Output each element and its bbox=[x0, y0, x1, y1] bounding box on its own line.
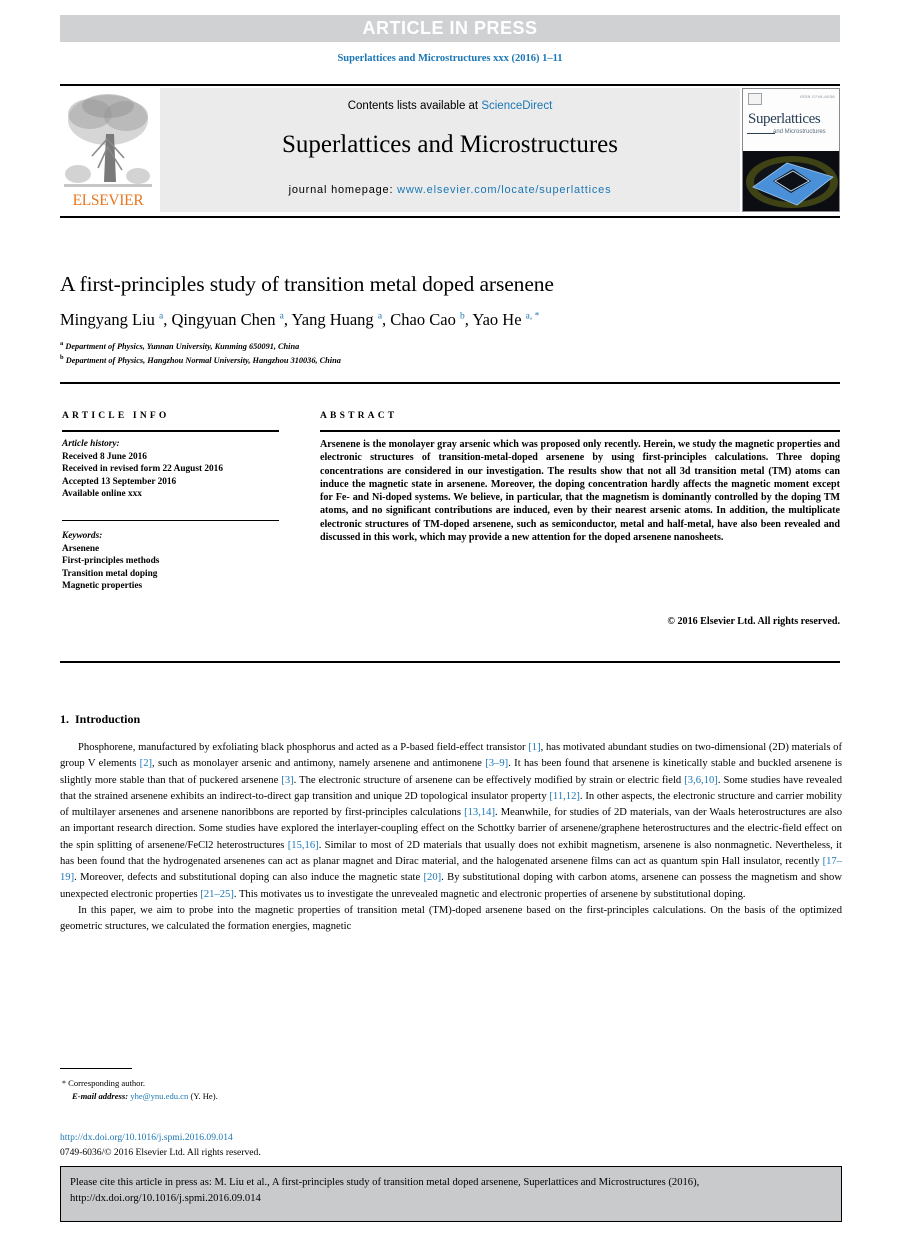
paragraph: In this paper, we aim to probe into the … bbox=[60, 904, 842, 933]
affiliation-list: a Department of Physics, Yunnan Universi… bbox=[60, 338, 850, 367]
paper-page: ARTICLE IN PRESS Superlattices and Micro… bbox=[0, 0, 907, 1238]
page-title: A first-principles study of transition m… bbox=[60, 272, 554, 296]
citation-request-text: Please cite this article in press as: M.… bbox=[70, 1177, 700, 1204]
citation-ref[interactable]: [21–25] bbox=[200, 889, 234, 900]
citation-ref[interactable]: [13,14] bbox=[464, 807, 495, 818]
article-history-block: Article history: Received 8 June 2016 Re… bbox=[62, 438, 292, 501]
citation-ref[interactable]: [1] bbox=[528, 742, 540, 753]
citation-ref[interactable]: [3–9] bbox=[485, 758, 508, 769]
author-4-affil-mark: a, * bbox=[525, 311, 540, 322]
affiliation-a-mark: a bbox=[60, 340, 64, 347]
elsevier-logo: ELSEVIER bbox=[60, 88, 156, 212]
info-block-top-rule bbox=[60, 382, 840, 384]
email-note: E-mail address: yhe@ynu.edu.cn (Y. He). bbox=[62, 1090, 562, 1102]
info-block-bottom-rule bbox=[60, 661, 840, 663]
history-item: Received 8 June 2016 bbox=[62, 451, 147, 462]
footnote-rule bbox=[60, 1068, 132, 1069]
doi-link[interactable]: http://dx.doi.org/10.1016/j.spmi.2016.09… bbox=[60, 1132, 233, 1143]
footnote-block: * Corresponding author. E-mail address: … bbox=[62, 1077, 562, 1102]
masthead-bottom-rule bbox=[60, 216, 840, 218]
corresponding-author-note: * Corresponding author. bbox=[62, 1077, 562, 1090]
citation-ref[interactable]: [11,12] bbox=[549, 791, 580, 802]
cover-publisher-badge-icon bbox=[748, 93, 762, 105]
article-info-underrule bbox=[62, 430, 279, 432]
paragraph: Phosphorene, manufactured by exfoliating… bbox=[60, 742, 843, 900]
email-label: E-mail address: bbox=[72, 1091, 129, 1101]
journal-reference-line: Superlattices and Microstructures xxx (2… bbox=[337, 53, 563, 64]
sciencedirect-link[interactable]: ScienceDirect bbox=[481, 100, 552, 112]
journal-homepage-line: journal homepage: www.elsevier.com/locat… bbox=[160, 184, 740, 196]
author-3: Chao Cao b bbox=[390, 310, 465, 329]
cover-title: Superlattices bbox=[748, 111, 821, 127]
author-1: Qingyuan Chen a bbox=[171, 310, 284, 329]
journal-info-box: Contents lists available at ScienceDirec… bbox=[160, 88, 740, 212]
cover-meta-text: ISSN 0749-6036 bbox=[799, 94, 835, 99]
cover-divider bbox=[747, 133, 775, 134]
article-in-press-banner: ARTICLE IN PRESS bbox=[60, 15, 840, 42]
elsevier-wordmark: ELSEVIER bbox=[72, 192, 144, 209]
author-list: Mingyang Liu a, Qingyuan Chen a, Yang Hu… bbox=[60, 310, 850, 330]
abstract-underrule bbox=[320, 430, 840, 432]
article-in-press-label: ARTICLE IN PRESS bbox=[362, 18, 538, 38]
author-2: Yang Huang a bbox=[291, 310, 383, 329]
affiliation-a: a Department of Physics, Yunnan Universi… bbox=[60, 340, 300, 351]
elsevier-tree-icon bbox=[64, 94, 152, 187]
section-title: Introduction bbox=[75, 712, 141, 726]
history-item: Received in revised form 22 August 2016 bbox=[62, 464, 223, 475]
affiliation-b: b Department of Physics, Hangzhou Normal… bbox=[60, 354, 341, 366]
citation-ref[interactable]: [20] bbox=[424, 872, 442, 883]
issn-copyright-line: 0749-6036/© 2016 Elsevier Ltd. All right… bbox=[60, 1147, 261, 1158]
email-owner: (Y. He). bbox=[190, 1091, 218, 1101]
citation-ref[interactable]: [15,16] bbox=[288, 840, 319, 851]
contents-available-line: Contents lists available at ScienceDirec… bbox=[160, 100, 740, 112]
abstract-text: Arsenene is the monolayer gray arsenic w… bbox=[320, 439, 840, 544]
citation-ref[interactable]: [3,6,10] bbox=[684, 775, 718, 786]
citation-request-box: Please cite this article in press as: M.… bbox=[60, 1166, 842, 1222]
keywords-block: Keywords: Arsenene First-principles meth… bbox=[62, 530, 292, 593]
cover-subtitle: and Microstructures bbox=[773, 129, 826, 135]
corresponding-author-text: Corresponding author. bbox=[68, 1078, 146, 1088]
author-4: Yao He a, * bbox=[472, 310, 540, 329]
article-info-label: ARTICLE INFO bbox=[62, 411, 170, 421]
info-block-middle-rule bbox=[62, 520, 279, 521]
keyword-item: First-principles methods bbox=[62, 556, 160, 567]
cover-artwork-icon bbox=[743, 151, 839, 211]
section-number: 1. bbox=[60, 712, 69, 726]
keyword-item: Magnetic properties bbox=[62, 581, 143, 592]
article-history-heading: Article history: bbox=[62, 439, 120, 449]
affiliation-b-mark: b bbox=[60, 354, 64, 362]
citation-ref[interactable]: [2] bbox=[140, 758, 152, 769]
abstract-copyright: © 2016 Elsevier Ltd. All rights reserved… bbox=[667, 616, 840, 627]
journal-masthead: ELSEVIER Contents lists available at Sci… bbox=[60, 88, 840, 212]
journal-homepage-link[interactable]: www.elsevier.com/locate/superlattices bbox=[397, 184, 611, 196]
journal-cover-thumbnail: ISSN 0749-6036 Superlattices and Microst… bbox=[742, 88, 840, 212]
masthead-top-rule bbox=[60, 84, 840, 86]
author-0: Mingyang Liu a bbox=[60, 310, 164, 329]
corresponding-author-marker: * bbox=[62, 1079, 66, 1088]
section-heading-introduction: 1. Introduction bbox=[60, 712, 140, 727]
history-item: Available online xxx bbox=[62, 489, 142, 500]
email-link[interactable]: yhe@ynu.edu.cn bbox=[130, 1091, 188, 1101]
citation-ref[interactable]: [3] bbox=[281, 775, 293, 786]
contents-prefix: Contents lists available at bbox=[347, 100, 482, 112]
keyword-item: Transition metal doping bbox=[62, 568, 158, 579]
abstract-label: ABSTRACT bbox=[320, 411, 398, 421]
citation-ref[interactable]: [17–19] bbox=[60, 856, 842, 883]
keyword-item: Arsenene bbox=[62, 543, 100, 554]
body-text: Phosphorene, manufactured by exfoliating… bbox=[60, 740, 842, 936]
history-item: Accepted 13 September 2016 bbox=[62, 476, 177, 487]
homepage-prefix: journal homepage: bbox=[288, 184, 398, 196]
journal-title: Superlattices and Microstructures bbox=[281, 131, 618, 158]
keywords-heading: Keywords: bbox=[62, 531, 103, 541]
